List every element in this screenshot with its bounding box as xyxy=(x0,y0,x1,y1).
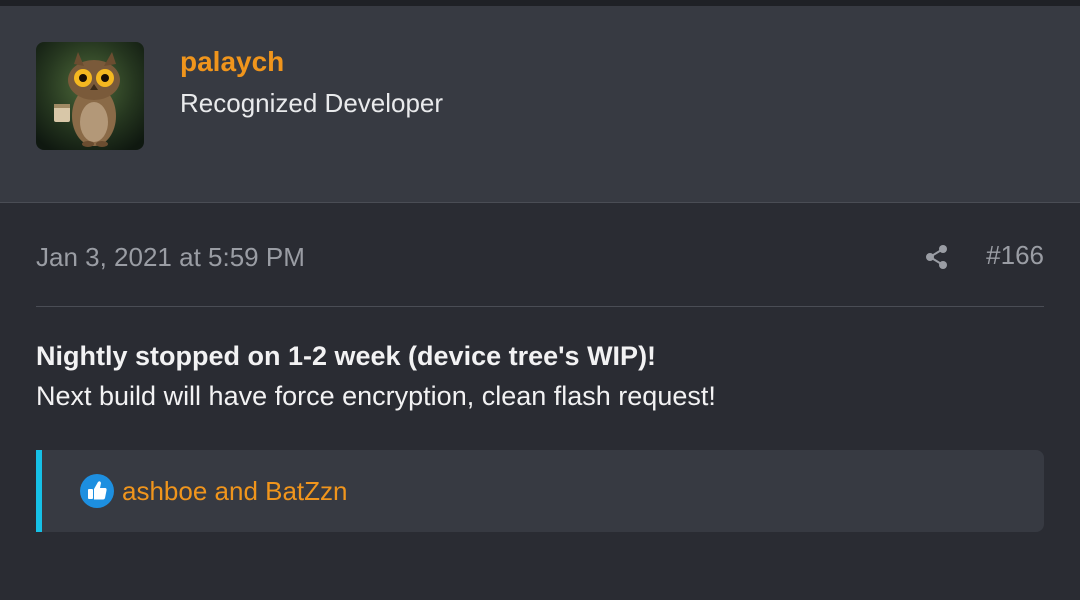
post-line: Next build will have force encryption, c… xyxy=(36,381,716,411)
post-number-link[interactable]: #166 xyxy=(986,240,1044,271)
owl-avatar-image xyxy=(36,42,144,150)
username-link[interactable]: palaych xyxy=(180,46,284,78)
reactions-accent-bar xyxy=(36,450,42,532)
post-body: Nightly stopped on 1-2 week (device tree… xyxy=(36,336,1044,416)
post-date-link[interactable]: Jan 3, 2021 at 5:59 PM xyxy=(36,242,305,273)
like-icon xyxy=(80,474,114,508)
share-icon[interactable] xyxy=(922,242,952,272)
user-header: palaych Recognized Developer xyxy=(0,6,1080,203)
user-title: Recognized Developer xyxy=(180,88,444,118)
reactions-bar: ashboe and BatZzn xyxy=(36,450,1044,532)
post-meta-bar: Jan 3, 2021 at 5:59 PM #166 xyxy=(36,238,1044,307)
user-avatar[interactable] xyxy=(36,42,144,150)
post-line-bold: Nightly stopped on 1-2 week (device tree… xyxy=(36,341,657,371)
reaction-users-link[interactable]: ashboe and BatZzn xyxy=(122,474,348,508)
